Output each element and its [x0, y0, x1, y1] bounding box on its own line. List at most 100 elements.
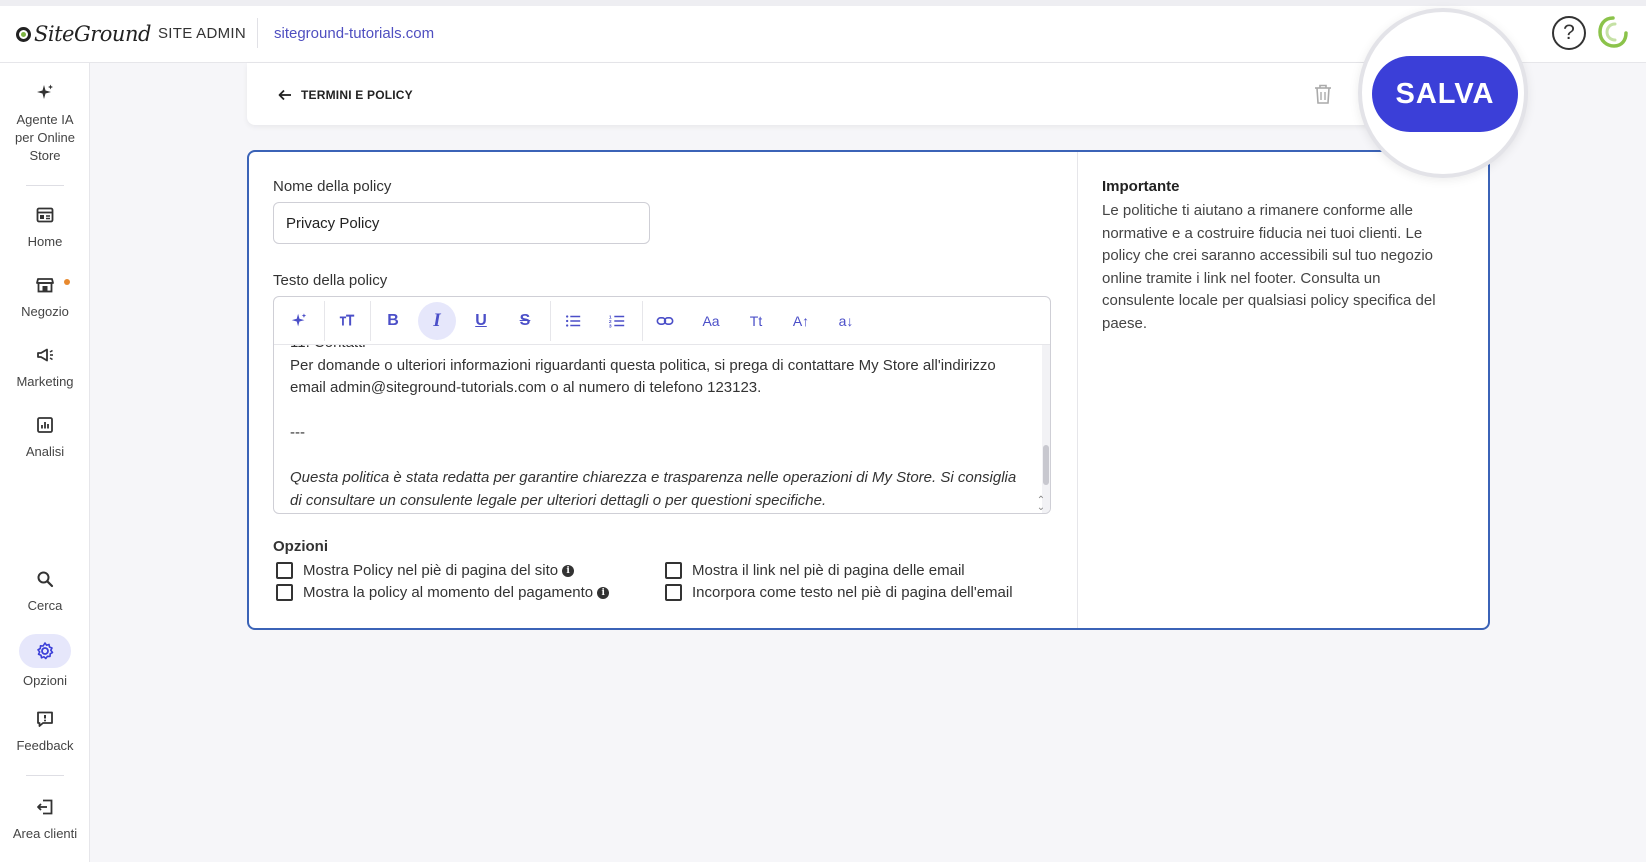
page-header: TERMINI E POLICY — [247, 63, 1377, 125]
exit-icon — [35, 797, 55, 817]
sidebar-item-label: Negozio — [21, 304, 69, 319]
sidebar-item-label: Area clienti — [12, 826, 78, 841]
sidebar-item-home[interactable]: Home — [0, 205, 90, 251]
checkbox[interactable] — [276, 562, 293, 579]
active-indicator — [19, 634, 71, 668]
sidebar: Agente IA per Online Store Home Negozio … — [0, 63, 90, 862]
font-family-icon: Aa — [702, 313, 720, 329]
info-text: Le politiche ti aiutano a rimanere confo… — [1102, 202, 1436, 332]
sidebar-item-options[interactable]: Opzioni — [0, 634, 90, 690]
option-label: Mostra Policy nel piè di pagina del sito — [303, 562, 559, 579]
gear-icon — [35, 641, 55, 661]
italic-icon: I — [433, 310, 441, 331]
option-email-embed[interactable]: Incorpora come testo nel piè di pagina d… — [665, 584, 1013, 601]
dashboard-icon — [35, 205, 55, 225]
lowercase-button[interactable]: a↓ — [827, 302, 865, 340]
site-admin-label: SITE ADMIN — [158, 25, 247, 42]
option-show-footer[interactable]: Mostra Policy nel piè di pagina del sito… — [276, 562, 575, 579]
sidebar-item-label: Home — [27, 234, 63, 249]
trash-icon[interactable] — [1313, 83, 1333, 105]
save-button[interactable]: SALVA — [1372, 56, 1518, 132]
text-case-button[interactable]: Tt — [737, 302, 775, 340]
checkbox[interactable] — [276, 584, 293, 601]
sparkle-icon — [291, 313, 307, 327]
sidebar-item-analytics[interactable]: Analisi — [0, 415, 90, 461]
chart-icon — [35, 415, 55, 435]
text-size-button[interactable] — [328, 302, 366, 340]
policy-name-label: Nome della policy — [273, 178, 392, 195]
toolbar-separator — [370, 301, 371, 341]
sidebar-item-label: Opzioni — [22, 673, 68, 688]
editor-content[interactable]: 11. Contatti Per domande o ulteriori inf… — [274, 345, 1044, 513]
sidebar-item-label: Marketing — [16, 374, 74, 389]
scroll-thumb[interactable] — [1043, 445, 1049, 485]
logo-mark-icon — [16, 26, 31, 42]
checkbox[interactable] — [665, 584, 682, 601]
numbered-list-button[interactable]: 123 — [598, 302, 636, 340]
bullet-list-icon — [565, 315, 581, 327]
sidebar-divider — [26, 775, 64, 776]
bold-icon: B — [387, 312, 399, 329]
option-label: Mostra il link nel piè di pagina delle e… — [692, 562, 965, 579]
policy-form-card: Nome della policy Testo della policy B I… — [247, 150, 1490, 630]
resize-handle-icon[interactable]: ⌃ ⌄ — [1034, 496, 1048, 513]
sidebar-item-label: Agente IA per Online Store — [15, 112, 75, 163]
italic-button[interactable]: I — [418, 302, 456, 340]
zoom-highlight: SALVA — [1358, 8, 1528, 178]
toolbar-separator — [550, 301, 551, 341]
checkbox[interactable] — [665, 562, 682, 579]
text-case-icon: Tt — [749, 313, 763, 329]
help-button[interactable]: ? — [1552, 16, 1586, 50]
sidebar-item-feedback[interactable]: Feedback — [0, 709, 90, 755]
divider — [257, 18, 258, 48]
info-title: Importante — [1102, 178, 1180, 195]
link-icon — [656, 317, 674, 325]
notification-dot — [64, 279, 70, 285]
sidebar-item-client-area[interactable]: Area clienti — [0, 797, 90, 843]
link-button[interactable] — [646, 302, 684, 340]
svg-text:3: 3 — [609, 323, 612, 329]
megaphone-icon — [35, 345, 55, 365]
toolbar-separator — [324, 301, 325, 341]
sidebar-item-ai-agent[interactable]: Agente IA per Online Store — [0, 83, 90, 165]
search-icon — [35, 569, 55, 589]
siteground-logo[interactable]: SiteGround — [16, 22, 151, 46]
bullet-list-button[interactable] — [554, 302, 592, 340]
sidebar-item-marketing[interactable]: Marketing — [0, 345, 90, 391]
policy-text-label: Testo della policy — [273, 272, 388, 289]
bold-button[interactable]: B — [374, 302, 412, 340]
font-family-button[interactable]: Aa — [692, 302, 730, 340]
sidebar-item-label: Feedback — [16, 738, 74, 753]
sidebar-item-label: Analisi — [25, 444, 65, 459]
siteground-swirl-icon[interactable] — [1597, 15, 1629, 49]
underline-button[interactable]: U — [462, 302, 500, 340]
logo-text: SiteGround — [34, 22, 151, 46]
uppercase-button[interactable]: A↑ — [782, 302, 820, 340]
strikethrough-button[interactable]: S — [506, 302, 544, 340]
top-strip — [0, 0, 1646, 6]
sparkle-icon — [35, 83, 55, 103]
editor-scrollbar[interactable] — [1042, 345, 1050, 513]
editor-paragraph: Questa politica è stata redatta per gara… — [290, 469, 1017, 509]
column-divider — [1077, 152, 1078, 628]
ai-assist-button[interactable] — [280, 302, 318, 340]
editor-paragraph: 11. Contatti — [290, 345, 1028, 355]
underline-icon: U — [475, 312, 487, 329]
site-domain-link[interactable]: siteground-tutorials.com — [274, 25, 434, 42]
sidebar-item-search[interactable]: Cerca — [0, 569, 90, 615]
info-icon[interactable]: i — [597, 586, 610, 599]
option-show-checkout[interactable]: Mostra la policy al momento del pagament… — [276, 584, 610, 601]
lowercase-icon: a↓ — [838, 313, 854, 329]
info-icon[interactable]: i — [562, 564, 575, 577]
option-email-link[interactable]: Mostra il link nel piè di pagina delle e… — [665, 562, 965, 579]
sidebar-divider — [26, 185, 64, 186]
strikethrough-icon: S — [519, 312, 531, 329]
toolbar-separator — [642, 301, 643, 341]
back-link[interactable]: TERMINI E POLICY — [277, 87, 413, 103]
sidebar-item-label: Cerca — [27, 598, 63, 613]
editor-paragraph: --- — [290, 424, 305, 441]
policy-name-input[interactable] — [273, 202, 650, 244]
sidebar-item-store[interactable]: Negozio — [0, 275, 90, 321]
rich-text-editor[interactable]: B I U S 123 Aa Tt A↑ a↓ Per domande o ul… — [273, 296, 1051, 514]
text-size-icon — [339, 314, 355, 326]
